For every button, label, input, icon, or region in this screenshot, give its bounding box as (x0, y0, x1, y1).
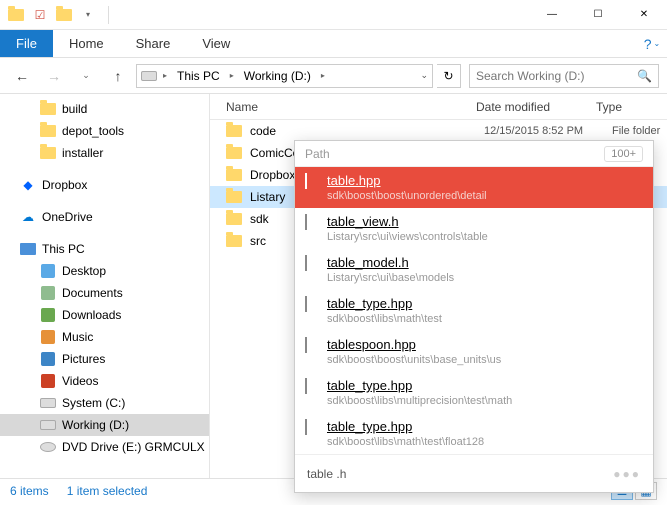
file-icon (305, 420, 319, 434)
nav-back-button[interactable]: ← (8, 62, 36, 90)
listary-result[interactable]: table_type.hpp sdk\boost\libs\math\test\… (295, 413, 653, 454)
chevron-right-icon[interactable]: ▸ (321, 71, 325, 80)
folder-icon (226, 233, 242, 249)
drive-icon (141, 68, 157, 84)
ribbon-tab-view[interactable]: View (186, 30, 246, 57)
ribbon-help-icon[interactable]: ?⌄ (637, 30, 667, 57)
folder-icon (226, 145, 242, 161)
ribbon-tab-home[interactable]: Home (53, 30, 120, 57)
folder-icon (226, 211, 242, 227)
column-name[interactable]: Name (226, 100, 476, 114)
sidebar-item-desktop[interactable]: Desktop (0, 260, 209, 282)
folder-icon (226, 167, 242, 183)
documents-icon (40, 285, 56, 301)
search-input[interactable]: Search Working (D:) 🔍 (469, 64, 659, 88)
sidebar-item-pictures[interactable]: Pictures (0, 348, 209, 370)
sidebar-item-videos[interactable]: Videos (0, 370, 209, 392)
sidebar-item-thispc[interactable]: This PC (0, 238, 209, 260)
folder-icon (226, 189, 242, 205)
navigation-pane: build depot_tools installer ◆Dropbox ☁On… (0, 94, 210, 478)
sidebar-item-build[interactable]: build (0, 98, 209, 120)
listary-result[interactable]: table_model.h Listary\src\ui\base\models (295, 249, 653, 290)
nav-forward-button[interactable]: → (40, 62, 68, 90)
qat-dropdown-icon[interactable]: ▾ (80, 7, 96, 23)
nav-recent-dropdown[interactable]: ⌄ (72, 62, 100, 90)
qat-newfolder-icon[interactable] (56, 7, 72, 23)
listary-result[interactable]: table_view.h Listary\src\ui\views\contro… (295, 208, 653, 249)
videos-icon (40, 373, 56, 389)
qat-properties-icon[interactable]: ☑ (32, 7, 48, 23)
downloads-icon (40, 307, 56, 323)
drive-icon (40, 417, 56, 433)
navbar: ← → ⌄ ↑ ▸ This PC ▸ Working (D:) ▸ ⌄ ↻ S… (0, 58, 667, 94)
pictures-icon (40, 351, 56, 367)
folder-icon (226, 123, 242, 139)
listary-menu-icon[interactable]: ●●● (613, 467, 641, 481)
maximize-button[interactable]: ☐ (575, 0, 621, 30)
breadcrumb-working[interactable]: Working (D:) (240, 67, 315, 85)
titlebar: ☑ ▾ — ☐ ✕ (0, 0, 667, 30)
status-selected-count: 1 item selected (67, 484, 148, 498)
listary-result[interactable]: table_type.hpp sdk\boost\libs\multipreci… (295, 372, 653, 413)
listary-count-badge: 100+ (604, 146, 643, 162)
sidebar-item-depot-tools[interactable]: depot_tools (0, 120, 209, 142)
address-dropdown-icon[interactable]: ⌄ (420, 70, 428, 81)
refresh-button[interactable]: ↻ (437, 64, 461, 88)
ribbon-tab-share[interactable]: Share (120, 30, 187, 57)
file-icon (305, 297, 319, 311)
pc-icon (20, 241, 36, 257)
nav-up-button[interactable]: ↑ (104, 62, 132, 90)
desktop-icon (40, 263, 56, 279)
close-button[interactable]: ✕ (621, 0, 667, 30)
sidebar-item-documents[interactable]: Documents (0, 282, 209, 304)
listary-header: Path 100+ (295, 141, 653, 167)
listary-result[interactable]: tablespoon.hpp sdk\boost\boost\units\bas… (295, 331, 653, 372)
file-icon (305, 379, 319, 393)
onedrive-icon: ☁ (20, 209, 36, 225)
column-type[interactable]: Type (596, 100, 622, 114)
listary-result[interactable]: table_type.hpp sdk\boost\libs\math\test (295, 290, 653, 331)
file-icon (305, 174, 319, 188)
sidebar-item-dvd-e[interactable]: DVD Drive (E:) GRMCULX (0, 436, 209, 458)
address-bar[interactable]: ▸ This PC ▸ Working (D:) ▸ ⌄ (136, 64, 433, 88)
drive-icon (40, 395, 56, 411)
dvd-icon (40, 439, 56, 455)
sidebar-item-working-d[interactable]: Working (D:) (0, 414, 209, 436)
file-icon (305, 338, 319, 352)
chevron-right-icon[interactable]: ▸ (230, 71, 234, 80)
listary-query-input[interactable]: table .h ●●● (295, 454, 653, 492)
column-date[interactable]: Date modified (476, 100, 596, 114)
folder-app-icon (8, 7, 24, 23)
listary-result[interactable]: table.hpp sdk\boost\boost\unordered\deta… (295, 167, 653, 208)
ribbon: File Home Share View ?⌄ (0, 30, 667, 58)
column-headers: Name Date modified Type (210, 94, 667, 120)
file-icon (305, 215, 319, 229)
music-icon (40, 329, 56, 345)
sidebar-item-installer[interactable]: installer (0, 142, 209, 164)
dropbox-icon: ◆ (20, 177, 36, 193)
sidebar-item-system-c[interactable]: System (C:) (0, 392, 209, 414)
file-row[interactable]: code12/15/2015 8:52 PMFile folder (210, 120, 667, 142)
breadcrumb-thispc[interactable]: This PC (173, 67, 224, 85)
ribbon-file-tab[interactable]: File (0, 30, 53, 57)
sidebar-item-music[interactable]: Music (0, 326, 209, 348)
sidebar-item-onedrive[interactable]: ☁OneDrive (0, 206, 209, 228)
chevron-right-icon[interactable]: ▸ (163, 71, 167, 80)
sidebar-item-downloads[interactable]: Downloads (0, 304, 209, 326)
minimize-button[interactable]: — (529, 0, 575, 30)
listary-popup: Path 100+ table.hpp sdk\boost\boost\unor… (294, 140, 654, 493)
status-item-count: 6 items (10, 484, 49, 498)
file-icon (305, 256, 319, 270)
sidebar-item-dropbox[interactable]: ◆Dropbox (0, 174, 209, 196)
search-icon: 🔍 (637, 69, 652, 83)
